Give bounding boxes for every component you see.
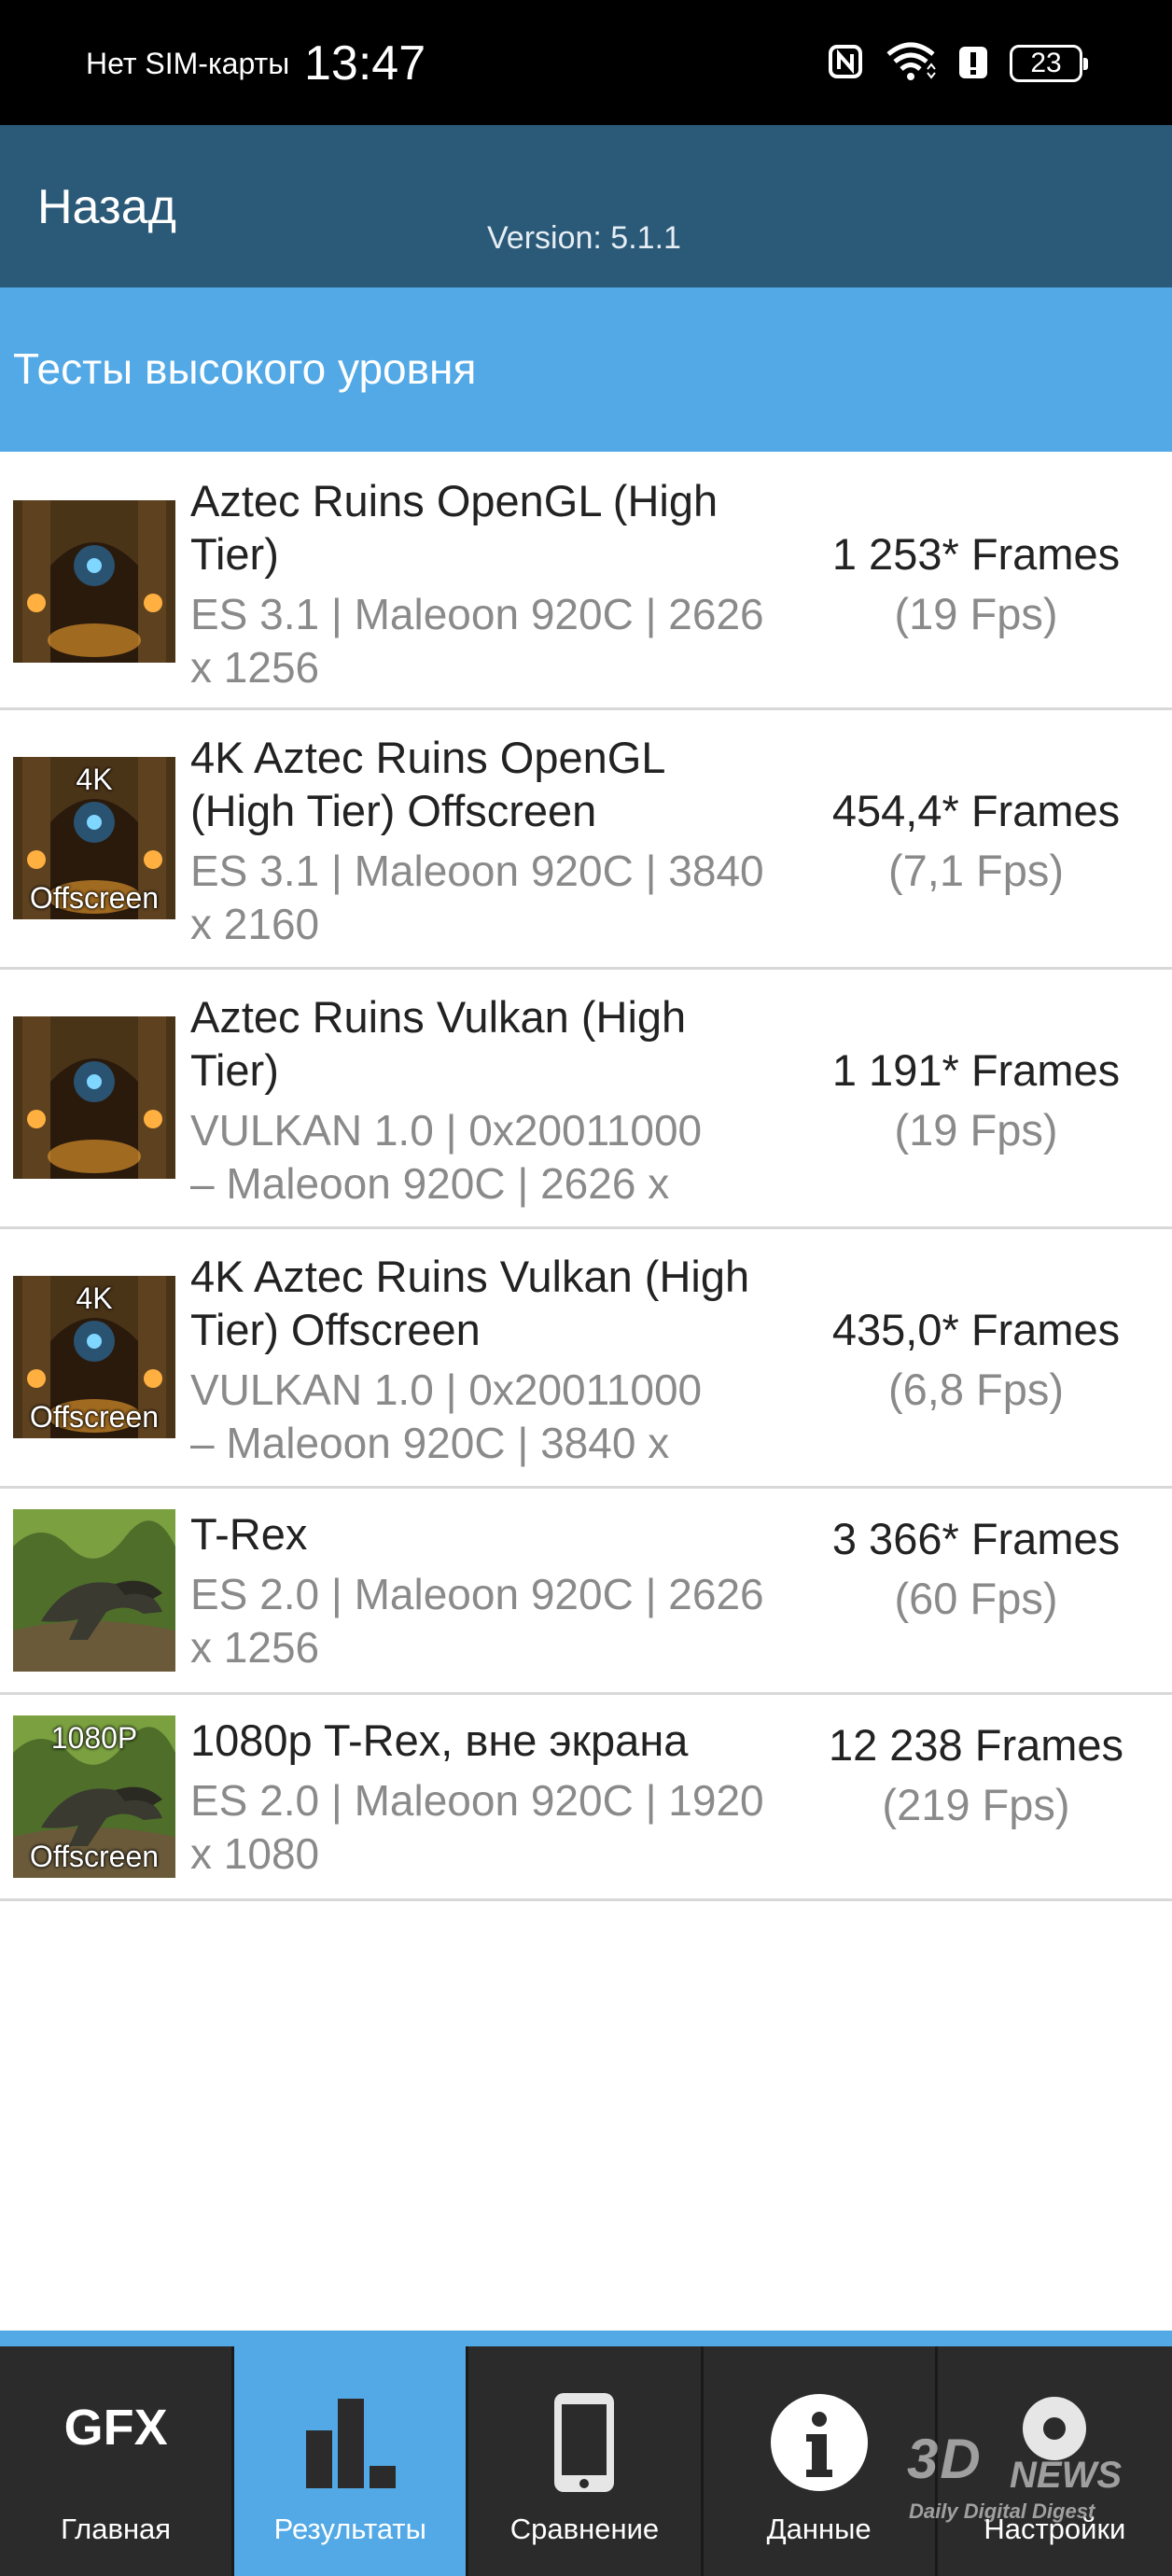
alert-icon bbox=[957, 43, 989, 84]
result-subtitle-line1: VULKAN 1.0 | 0x20011000 bbox=[190, 1106, 703, 1155]
back-button[interactable]: Назад bbox=[37, 179, 176, 235]
result-text: 1080p T-Rex, вне экрана ES 2.0 | Maleoon… bbox=[190, 1714, 769, 1881]
result-row-aztec-opengl[interactable]: Aztec Ruins OpenGL (High Tier) ES 3.1 | … bbox=[0, 452, 1172, 710]
watermark-3d: 3D bbox=[907, 2428, 983, 2490]
result-frames: 1 191* Frames bbox=[831, 1045, 1121, 1095]
aztec-thumbnail bbox=[13, 1016, 175, 1179]
clock: 13:47 bbox=[304, 36, 426, 91]
results-list: Aztec Ruins OpenGL (High Tier) ES 3.1 | … bbox=[0, 452, 1172, 1901]
result-row-trex[interactable]: T-Rex ES 2.0 | Maleoon 920C | 2626 x 125… bbox=[0, 1489, 1172, 1695]
result-text: T-Rex ES 2.0 | Maleoon 920C | 2626 x 125… bbox=[190, 1507, 769, 1674]
status-bar: Нет SIM-карты 13:47 23 bbox=[0, 0, 1172, 125]
nav-label: Главная bbox=[61, 2513, 172, 2545]
result-text: 4K Aztec Ruins Vulkan (High Tier) Offscr… bbox=[190, 1250, 769, 1470]
wifi-icon bbox=[885, 41, 937, 86]
result-frames: 435,0* Frames bbox=[831, 1305, 1121, 1354]
aztec-4k-thumbnail: 4K Offscreen bbox=[13, 1276, 175, 1438]
result-text: Aztec Ruins Vulkan (High Tier) VULKAN 1.… bbox=[190, 990, 769, 1211]
bar-chart-icon bbox=[299, 2391, 401, 2498]
thumb-top-label: 1080P bbox=[50, 1721, 138, 1755]
nav-results[interactable]: Результаты bbox=[234, 2346, 469, 2576]
result-fps: (19 Fps) bbox=[894, 589, 1058, 638]
watermark-tagline: Daily Digital Digest bbox=[909, 2499, 1095, 2523]
result-frames: 3 366* Frames bbox=[831, 1514, 1121, 1563]
nav-label: Результаты bbox=[273, 2513, 426, 2545]
result-subtitle: ES 3.1 | Maleoon 920C | 2626 x 1256 bbox=[190, 590, 764, 692]
version-label: Version: 5.1.1 bbox=[487, 220, 681, 256]
result-title: 1080p T-Rex, вне экрана bbox=[190, 1715, 689, 1765]
app-bar: Назад Version: 5.1.1 bbox=[0, 125, 1172, 287]
result-frames: 1 253* Frames bbox=[831, 529, 1121, 579]
nav-home[interactable]: GFX Главная bbox=[0, 2346, 235, 2576]
status-icons: 23 bbox=[827, 39, 1088, 88]
result-fps: (219 Fps) bbox=[882, 1780, 1070, 1829]
result-score: 3 366* Frames (60 Fps) bbox=[780, 1509, 1172, 1629]
result-subtitle: ES 2.0 | Maleoon 920C | 2626 x 1256 bbox=[190, 1570, 764, 1672]
result-fps: (7,1 Fps) bbox=[887, 846, 1065, 895]
result-fps: (6,8 Fps) bbox=[887, 1365, 1065, 1414]
trex-1080p-thumbnail: 1080P Offscreen bbox=[13, 1715, 175, 1878]
gfx-logo-icon: GFX bbox=[63, 2400, 168, 2456]
result-subtitle-line2: – Maleoon 920C | 2626 x bbox=[190, 1159, 670, 1208]
result-fps: (19 Fps) bbox=[894, 1105, 1058, 1155]
nav-accent-strip bbox=[0, 2331, 1172, 2346]
info-icon bbox=[768, 2391, 871, 2498]
aztec-thumbnail bbox=[13, 500, 175, 663]
phone-icon bbox=[547, 2391, 621, 2498]
result-row-aztec-vulkan[interactable]: Aztec Ruins Vulkan (High Tier) VULKAN 1.… bbox=[0, 970, 1172, 1229]
result-row-4k-aztec-opengl[interactable]: 4K Offscreen 4K Aztec Ruins OpenGL (High… bbox=[0, 710, 1172, 970]
result-row-4k-aztec-vulkan[interactable]: 4K Offscreen 4K Aztec Ruins Vulkan (High… bbox=[0, 1229, 1172, 1489]
result-score: 12 238 Frames (219 Fps) bbox=[780, 1715, 1172, 1835]
result-score: 1 253* Frames (19 Fps) bbox=[780, 525, 1172, 644]
result-title: Aztec Ruins Vulkan (High Tier) bbox=[190, 992, 687, 1095]
result-score: 1 191* Frames (19 Fps) bbox=[780, 1041, 1172, 1160]
thumb-top-label: 4K bbox=[76, 1281, 113, 1315]
result-text: Aztec Ruins OpenGL (High Tier) ES 3.1 | … bbox=[190, 474, 769, 694]
watermark-logo: 3D NEWS Daily Digital Digest bbox=[898, 2427, 1140, 2539]
nav-label: Сравнение bbox=[509, 2513, 660, 2545]
result-frames: 454,4* Frames bbox=[831, 786, 1121, 835]
result-title: T-Rex bbox=[190, 1509, 308, 1559]
result-score: 454,4* Frames (7,1 Fps) bbox=[780, 781, 1172, 901]
result-subtitle: ES 2.0 | Maleoon 920C | 1920 x 1080 bbox=[190, 1776, 764, 1878]
nfc-icon bbox=[827, 43, 864, 84]
result-subtitle-line2: – Maleoon 920C | 3840 x bbox=[190, 1419, 670, 1467]
result-title: Aztec Ruins OpenGL (High Tier) bbox=[190, 476, 719, 579]
aztec-4k-thumbnail: 4K Offscreen bbox=[13, 757, 175, 919]
battery-icon: 23 bbox=[1010, 45, 1088, 82]
thumb-top-label: 4K bbox=[76, 763, 113, 796]
section-title: Тесты высокого уровня bbox=[13, 344, 477, 393]
thumb-bottom-label: Offscreen bbox=[29, 1400, 160, 1434]
result-title: 4K Aztec Ruins Vulkan (High Tier) Offscr… bbox=[190, 1252, 750, 1354]
result-score: 435,0* Frames (6,8 Fps) bbox=[780, 1300, 1172, 1420]
nav-compare[interactable]: Сравнение bbox=[468, 2346, 704, 2576]
result-fps: (60 Fps) bbox=[894, 1574, 1058, 1623]
result-frames: 12 238 Frames bbox=[828, 1720, 1124, 1770]
trex-thumbnail bbox=[13, 1509, 175, 1672]
section-header: Тесты высокого уровня bbox=[0, 287, 1172, 452]
thumb-bottom-label: Offscreen bbox=[29, 881, 160, 915]
result-text: 4K Aztec Ruins OpenGL (High Tier) Offscr… bbox=[190, 731, 769, 951]
result-subtitle-line1: VULKAN 1.0 | 0x20011000 bbox=[190, 1365, 703, 1414]
result-row-1080p-trex[interactable]: 1080P Offscreen 1080p T-Rex, вне экрана … bbox=[0, 1695, 1172, 1901]
result-subtitle: ES 3.1 | Maleoon 920C | 3840 x 2160 bbox=[190, 847, 764, 948]
watermark-news: NEWS bbox=[1010, 2455, 1122, 2496]
thumb-bottom-label: Offscreen bbox=[29, 1840, 160, 1873]
result-title: 4K Aztec Ruins OpenGL (High Tier) Offscr… bbox=[190, 733, 664, 835]
carrier-label: Нет SIM-карты bbox=[86, 47, 290, 80]
